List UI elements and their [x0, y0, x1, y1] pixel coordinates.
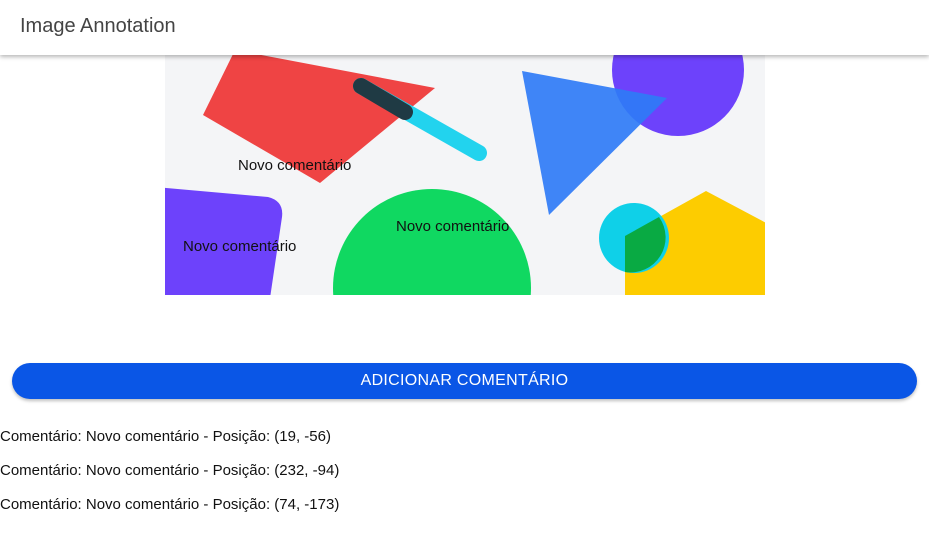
comment-item: Comentário: Novo comentário - Posição: (…	[0, 462, 340, 479]
annotation-image[interactable]: Novo comentário Novo comentário Novo com…	[165, 55, 765, 295]
add-comment-button[interactable]: ADICIONAR COMENTÁRIO	[12, 363, 917, 399]
app-title: Image Annotation	[20, 15, 176, 37]
comment-item: Comentário: Novo comentário - Posição: (…	[0, 496, 340, 513]
comment-list: Comentário: Novo comentário - Posição: (…	[0, 427, 339, 529]
annotation-label[interactable]: Novo comentário	[396, 218, 509, 235]
comment-item: Comentário: Novo comentário - Posição: (…	[0, 428, 331, 445]
app-bar: Image Annotation	[0, 0, 929, 55]
shapes-illustration	[165, 55, 765, 295]
green-semicircle-shape	[333, 189, 531, 295]
annotation-label[interactable]: Novo comentário	[238, 157, 351, 174]
annotation-label[interactable]: Novo comentário	[183, 238, 296, 255]
